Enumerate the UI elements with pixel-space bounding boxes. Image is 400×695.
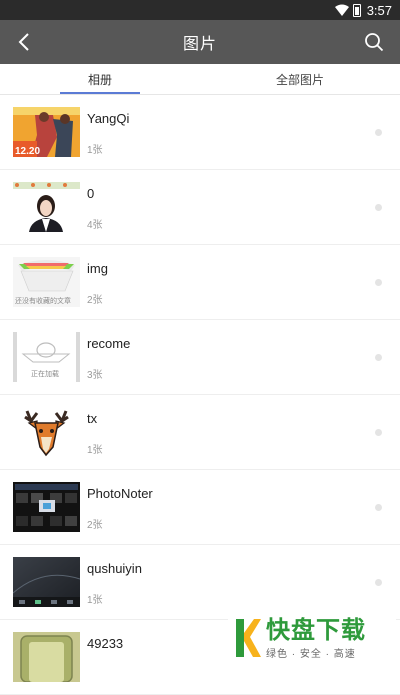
- thumb-caption-text: 还没有收藏的文章: [15, 296, 71, 305]
- app-bar: 图片: [0, 20, 400, 64]
- album-name: 0: [87, 186, 95, 201]
- album-count: 3张: [87, 370, 103, 381]
- album-thumbnail: [13, 407, 80, 457]
- album-count: 1张: [87, 145, 103, 156]
- dot-indicator: [375, 579, 382, 586]
- battery-icon: [352, 3, 361, 17]
- dot-indicator: [375, 204, 382, 211]
- dot-indicator: [375, 429, 382, 436]
- album-name: PhotoNoter: [87, 486, 153, 501]
- album-thumbnail: 还没有收藏的文章: [13, 257, 80, 307]
- k-logo-icon: [236, 619, 261, 657]
- page-title: 图片: [182, 36, 217, 53]
- album-row-0[interactable]: 0 4张: [0, 170, 400, 245]
- dot-indicator: [375, 129, 382, 136]
- album-row-tx[interactable]: tx 1张: [0, 395, 400, 470]
- album-row-img[interactable]: 还没有收藏的文章 img 2张: [0, 245, 400, 320]
- album-thumbnail: 12.20: [13, 107, 80, 157]
- album-thumbnail: [13, 482, 80, 532]
- album-thumbnail: [13, 632, 80, 682]
- watermark-title: 快盘下载: [266, 616, 366, 644]
- tab-albums[interactable]: 相册: [0, 64, 200, 94]
- album-count: 1张: [87, 445, 103, 456]
- album-list: 12.20 YangQi 1张 0 4张 还没有收藏的文章 img 2张 正在加…: [0, 95, 400, 695]
- album-name: YangQi: [87, 111, 130, 126]
- album-thumbnail: [13, 182, 80, 232]
- status-time: 3:57: [366, 2, 392, 18]
- back-arrow-icon: [18, 33, 29, 51]
- album-row-qushuiyin[interactable]: qushuiyin 1张: [0, 545, 400, 620]
- search-icon: [365, 33, 384, 52]
- tab-bar: 相册 全部图片: [0, 64, 400, 95]
- tab-all-pictures[interactable]: 全部图片: [200, 64, 400, 94]
- dot-indicator: [375, 279, 382, 286]
- dot-indicator: [375, 504, 382, 511]
- album-name: recome: [87, 336, 131, 351]
- album-row-yangqi[interactable]: 12.20 YangQi 1张: [0, 95, 400, 170]
- album-count: 2张: [87, 520, 103, 531]
- watermark-subtitle: 绿色 · 安全 · 高速: [266, 648, 356, 660]
- site-watermark: 快盘下载 绿色 · 安全 · 高速: [228, 612, 396, 664]
- album-name: tx: [87, 411, 98, 426]
- status-bar: 3:57: [0, 0, 400, 20]
- search-button[interactable]: [360, 28, 388, 56]
- album-count: 2张: [87, 295, 103, 306]
- album-count: 4张: [87, 220, 103, 231]
- album-name: img: [87, 261, 108, 276]
- album-count: 1张: [87, 595, 103, 606]
- dot-indicator: [375, 354, 382, 361]
- album-row-recome[interactable]: 正在加载 recome 3张: [0, 320, 400, 395]
- album-thumbnail: 正在加载: [13, 332, 80, 382]
- wifi-icon: [334, 4, 349, 16]
- album-row-photonoter[interactable]: PhotoNoter 2张: [0, 470, 400, 545]
- album-name: qushuiyin: [87, 561, 142, 576]
- back-button[interactable]: [10, 28, 38, 56]
- album-thumbnail: [13, 557, 80, 607]
- thumb-caption-text: 正在加载: [31, 369, 59, 378]
- album-name: 49233: [87, 636, 124, 651]
- thumb-date-text: 12.20: [15, 146, 40, 157]
